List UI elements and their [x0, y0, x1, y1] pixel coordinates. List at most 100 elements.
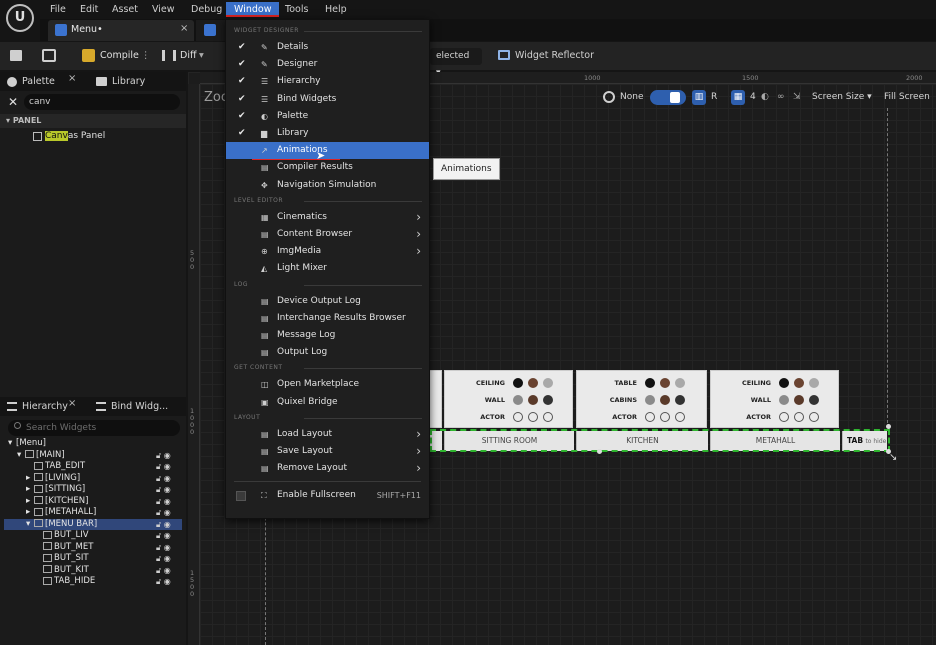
- save-icon[interactable]: [10, 50, 22, 61]
- resize-handle[interactable]: [597, 449, 602, 454]
- lock-visibility-icon[interactable]: 🔓︎ ◉: [156, 484, 171, 496]
- lock-visibility-icon[interactable]: 🔓︎ ◉: [156, 553, 171, 565]
- material-swatch[interactable]: [794, 378, 804, 388]
- lock-visibility-icon[interactable]: 🔓︎ ◉: [156, 565, 171, 577]
- material-swatch[interactable]: [543, 395, 553, 405]
- lock-visibility-icon[interactable]: 🔓︎ ◉: [156, 450, 171, 462]
- lock-toggle[interactable]: [650, 90, 686, 105]
- actor-icon[interactable]: [660, 412, 670, 422]
- hierarchy-row[interactable]: ▸ [METAHALL] 🔓︎ ◉: [4, 507, 182, 519]
- hierarchy-row[interactable]: ▾ [Menu]: [4, 438, 182, 450]
- fill-screen-dropdown[interactable]: Fill Screen: [884, 90, 936, 105]
- compile-options-icon[interactable]: ⋮: [141, 48, 151, 64]
- lock-visibility-icon[interactable]: 🔓︎ ◉: [156, 542, 171, 554]
- material-swatch[interactable]: [645, 378, 655, 388]
- flip-icon[interactable]: ◐: [761, 90, 769, 105]
- grid-snap-value[interactable]: 4: [750, 90, 756, 105]
- palette-result-canvas-panel[interactable]: Canvas Panel: [45, 131, 105, 141]
- widget-search-input[interactable]: Search Widgets: [8, 420, 180, 436]
- hierarchy-row[interactable]: TAB_EDIT 🔓︎ ◉: [4, 461, 182, 473]
- close-tab-icon[interactable]: ×: [68, 398, 76, 409]
- expand-arrow-icon[interactable]: ▾: [8, 438, 16, 450]
- menu-debug[interactable]: Debug: [187, 2, 226, 17]
- hierarchy-row[interactable]: ▾ [MAIN] 🔓︎ ◉: [4, 450, 182, 462]
- menu-help[interactable]: Help: [321, 2, 351, 17]
- checkbox[interactable]: [236, 491, 246, 502]
- screen-size-dropdown[interactable]: Screen Size ▾: [812, 90, 872, 105]
- selected-dropdown[interactable]: elected ▾: [430, 48, 482, 78]
- menu-item-animations[interactable]: ↗ Animations: [226, 142, 429, 160]
- menu-item-quixel-bridge[interactable]: ▣ Quixel Bridge: [226, 394, 429, 411]
- tab-hierarchy[interactable]: Hierarchy: [22, 398, 68, 416]
- globe-icon[interactable]: [603, 91, 615, 103]
- chevron-down-icon[interactable]: ▾: [199, 48, 204, 64]
- menu-asset[interactable]: Asset: [108, 2, 142, 17]
- hierarchy-row[interactable]: BUT_KIT 🔓︎ ◉: [4, 565, 182, 577]
- material-swatch[interactable]: [809, 395, 819, 405]
- menu-item-save-layout[interactable]: ▤ Save Layout ›: [226, 443, 429, 460]
- menu-item-remove-layout[interactable]: ▤ Remove Layout ›: [226, 460, 429, 477]
- menu-item-device-output-log[interactable]: ▤ Device Output Log: [226, 293, 429, 310]
- menu-item-output-log[interactable]: ▤ Output Log: [226, 344, 429, 361]
- expand-arrow-icon[interactable]: ▸: [26, 473, 34, 485]
- browse-icon[interactable]: [42, 49, 56, 62]
- hierarchy-row[interactable]: TAB_HIDE 🔓︎ ◉: [4, 576, 182, 588]
- menu-item-message-log[interactable]: ▤ Message Log: [226, 327, 429, 344]
- actor-icon[interactable]: [543, 412, 553, 422]
- lock-visibility-icon[interactable]: 🔓︎ ◉: [156, 530, 171, 542]
- material-swatch[interactable]: [645, 395, 655, 405]
- menu-item-navigation-simulation[interactable]: ✥ Navigation Simulation: [226, 177, 429, 194]
- hierarchy-row[interactable]: ▾ [MENU BAR] 🔓︎ ◉: [4, 518, 182, 531]
- respect-locks-icon[interactable]: ▥: [692, 90, 706, 105]
- hierarchy-row[interactable]: ▸ [LIVING] 🔓︎ ◉: [4, 473, 182, 485]
- tab-menu-widget[interactable]: [48, 20, 194, 41]
- lock-visibility-icon[interactable]: 🔓︎ ◉: [156, 519, 171, 531]
- hierarchy-row[interactable]: BUT_LIV 🔓︎ ◉: [4, 530, 182, 542]
- material-swatch[interactable]: [675, 395, 685, 405]
- localization-preview[interactable]: None: [620, 90, 643, 105]
- actor-icon[interactable]: [675, 412, 685, 422]
- menu-item-hierarchy[interactable]: ✔ ☰ Hierarchy: [226, 73, 429, 90]
- menu-item-compiler-results[interactable]: ▤ Compiler Results: [226, 159, 429, 176]
- hierarchy-row[interactable]: ▸ [KITCHEN] 🔓︎ ◉: [4, 496, 182, 508]
- widget-reflector-button[interactable]: Widget Reflector: [515, 48, 594, 64]
- menu-item-palette[interactable]: ✔ ◐ Palette: [226, 108, 429, 125]
- preview-icon[interactable]: ∞: [777, 90, 785, 105]
- menu-item-content-browser[interactable]: ▤ Content Browser ›: [226, 226, 429, 243]
- actor-icon[interactable]: [809, 412, 819, 422]
- hierarchy-row[interactable]: BUT_MET 🔓︎ ◉: [4, 542, 182, 554]
- material-swatch[interactable]: [660, 378, 670, 388]
- menu-edit[interactable]: Edit: [76, 2, 102, 17]
- actor-icon[interactable]: [528, 412, 538, 422]
- panel-section-header[interactable]: ▾ PANEL: [0, 114, 186, 128]
- menu-item-interchange-results-browser[interactable]: ▤ Interchange Results Browser: [226, 310, 429, 327]
- lock-visibility-icon[interactable]: 🔓︎ ◉: [156, 473, 171, 485]
- expand-arrow-icon[interactable]: ▸: [26, 496, 34, 508]
- material-swatch[interactable]: [543, 378, 553, 388]
- tab-palette[interactable]: Palette: [22, 73, 55, 91]
- material-swatch[interactable]: [513, 395, 523, 405]
- menu-file[interactable]: File: [46, 2, 70, 17]
- material-swatch[interactable]: [528, 378, 538, 388]
- lock-visibility-icon[interactable]: 🔓︎ ◉: [156, 461, 171, 473]
- expand-arrow-icon[interactable]: ▾: [26, 519, 34, 531]
- resize-handle[interactable]: [886, 424, 891, 429]
- menu-item-designer[interactable]: ✔ ✎ Designer: [226, 56, 429, 73]
- diff-button[interactable]: Diff: [180, 48, 197, 64]
- material-swatch[interactable]: [513, 378, 523, 388]
- tab-bind-widgets[interactable]: Bind Widg...: [111, 398, 168, 416]
- diff-icon[interactable]: [162, 50, 176, 61]
- actor-icon[interactable]: [779, 412, 789, 422]
- menu-view[interactable]: View: [148, 2, 179, 17]
- material-swatch[interactable]: [660, 395, 670, 405]
- palette-search-input[interactable]: canv: [24, 94, 180, 110]
- material-swatch[interactable]: [528, 395, 538, 405]
- actor-icon[interactable]: [794, 412, 804, 422]
- hierarchy-row[interactable]: ▸ [SITTING] 🔓︎ ◉: [4, 484, 182, 496]
- lock-visibility-icon[interactable]: 🔓︎ ◉: [156, 496, 171, 508]
- menu-item-library[interactable]: ✔ ▆ Library: [226, 125, 429, 142]
- lock-visibility-icon[interactable]: 🔓︎ ◉: [156, 507, 171, 519]
- close-tab-icon[interactable]: ×: [68, 73, 76, 84]
- menu-item-bind-widgets[interactable]: ✔ ☰ Bind Widgets: [226, 91, 429, 108]
- menu-tools[interactable]: Tools: [281, 2, 312, 17]
